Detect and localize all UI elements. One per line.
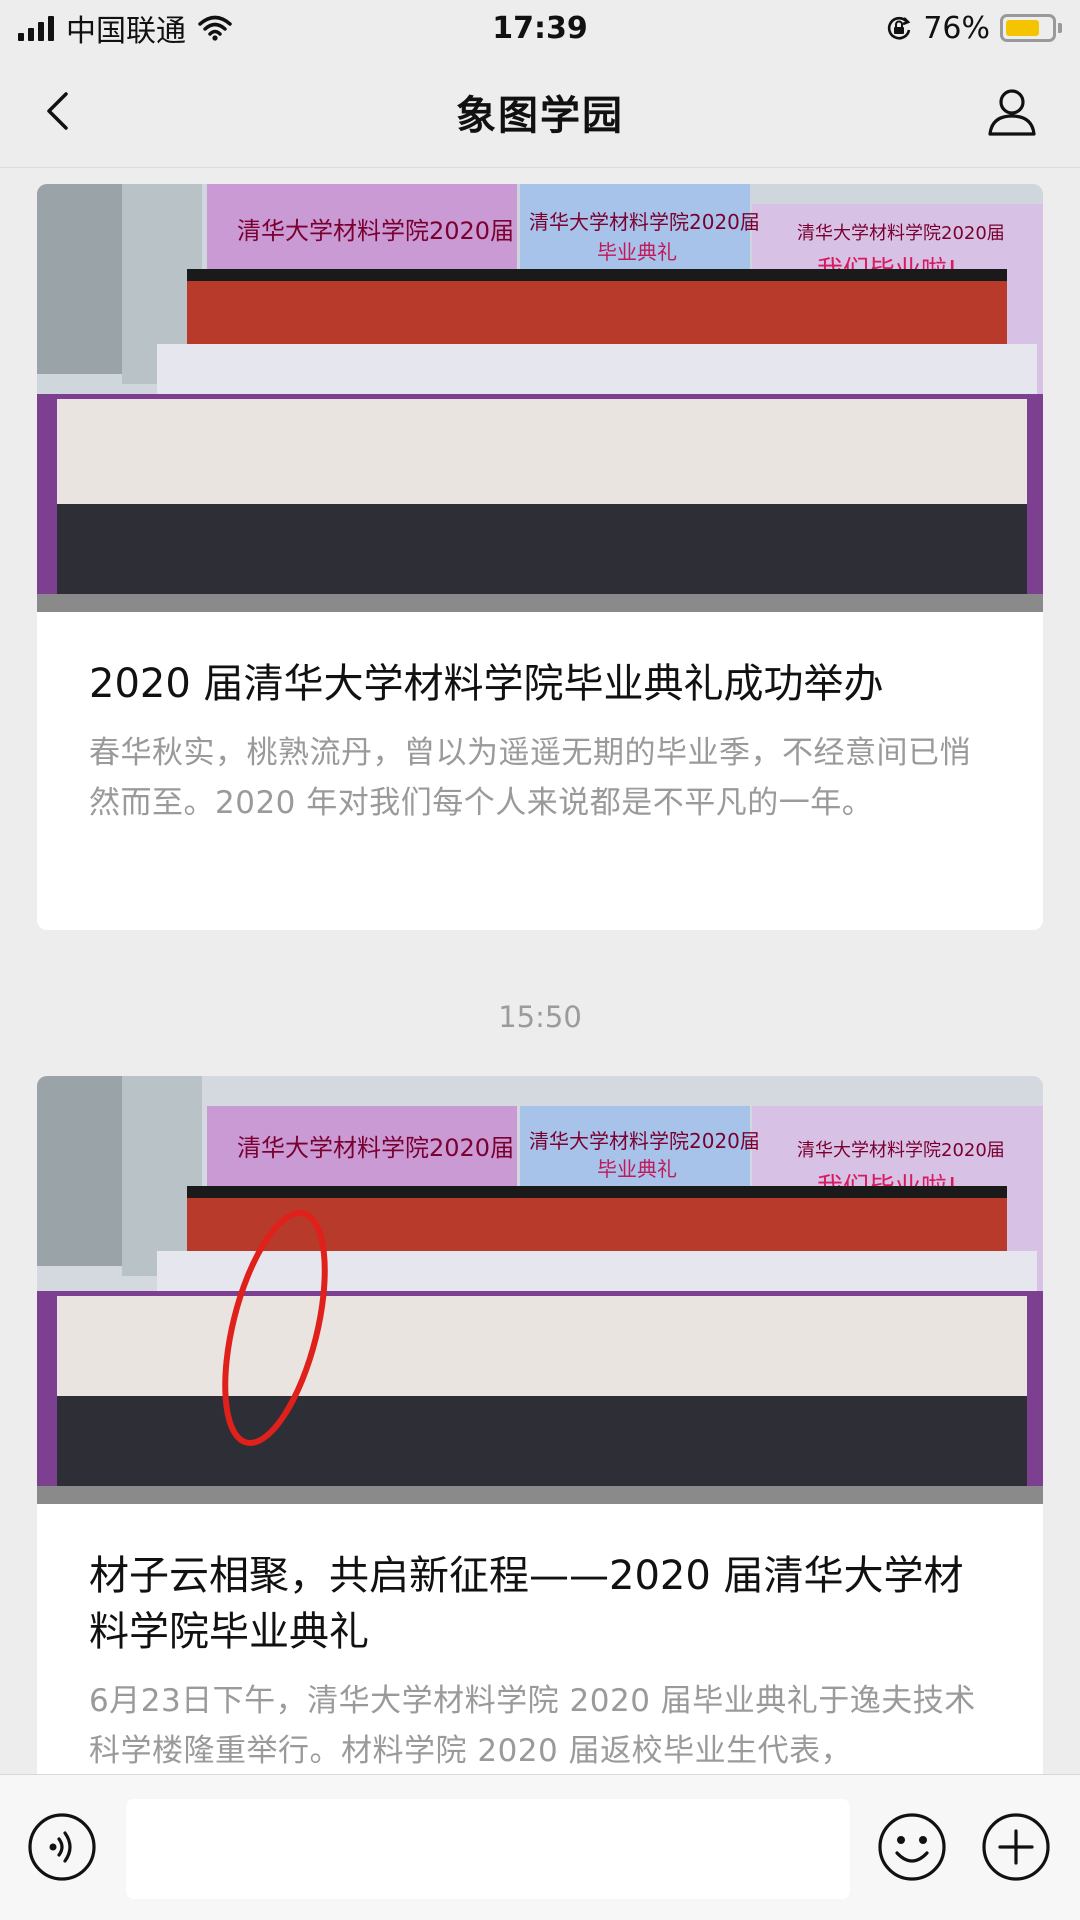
voice-icon[interactable] [26,1811,98,1883]
article-card[interactable]: 清华大学材料学院2020届 清华大学材料学院2020届 毕业典礼 清华大学材料学… [37,1076,1043,1774]
message-input[interactable] [126,1799,850,1899]
signal-icon [18,15,54,41]
banner-text: 清华大学材料学院2020届 [237,1134,514,1162]
page-title: 象图学园 [456,92,624,139]
group-photo: 清华大学材料学院2020届 清华大学材料学院2020届 毕业典礼 清华大学材料学… [37,184,1043,612]
profile-button[interactable] [984,84,1040,140]
article-title: 2020 届清华大学材料学院毕业典礼成功举办 [89,661,884,707]
emoji-icon[interactable] [876,1811,948,1883]
banner-text: 清华大学材料学院2020届 [797,223,1005,244]
article-title: 材子云相聚，共启新征程——2020 届清华大学材料学院毕业典礼 [89,1553,964,1655]
plus-icon[interactable] [980,1811,1052,1883]
input-bar [0,1774,1080,1920]
back-button[interactable] [34,86,84,136]
banner-text: 清华大学材料学院2020届 [237,217,514,245]
group-photo: 清华大学材料学院2020届 清华大学材料学院2020届 毕业典礼 清华大学材料学… [37,1076,1043,1504]
article-summary: 春华秋实，桃熟流丹，曾以为遥遥无期的毕业季，不经意间已悄然而至。2020 年对我… [89,735,971,821]
banner-text: 毕业典礼 [597,1157,677,1181]
battery-percent: 76% [923,10,990,46]
nav-bar: 象图学园 [0,56,1080,168]
carrier-label: 中国联通 [66,14,186,49]
battery-icon [1000,14,1062,42]
message-timestamp: 15:50 [498,1000,582,1034]
rotation-lock-icon [888,16,911,40]
banner-text: 清华大学材料学院2020届 [529,1129,760,1153]
article-card[interactable]: 清华大学材料学院2020届 清华大学材料学院2020届 毕业典礼 清华大学材料学… [37,184,1043,930]
battery-level [1006,20,1040,36]
banner-text: 毕业典礼 [597,240,677,264]
status-bar: 中国联通 17:39 76% [0,0,1080,56]
article-feed: 清华大学材料学院2020届 清华大学材料学院2020届 毕业典礼 清华大学材料学… [0,168,1080,1774]
banner-text: 清华大学材料学院2020届 [529,210,760,234]
banner-text: 清华大学材料学院2020届 [797,1140,1005,1161]
wifi-icon [198,15,232,41]
article-summary: 6月23日下午，清华大学材料学院 2020 届毕业典礼于逸夫技术科学楼隆重举行。… [89,1683,976,1769]
